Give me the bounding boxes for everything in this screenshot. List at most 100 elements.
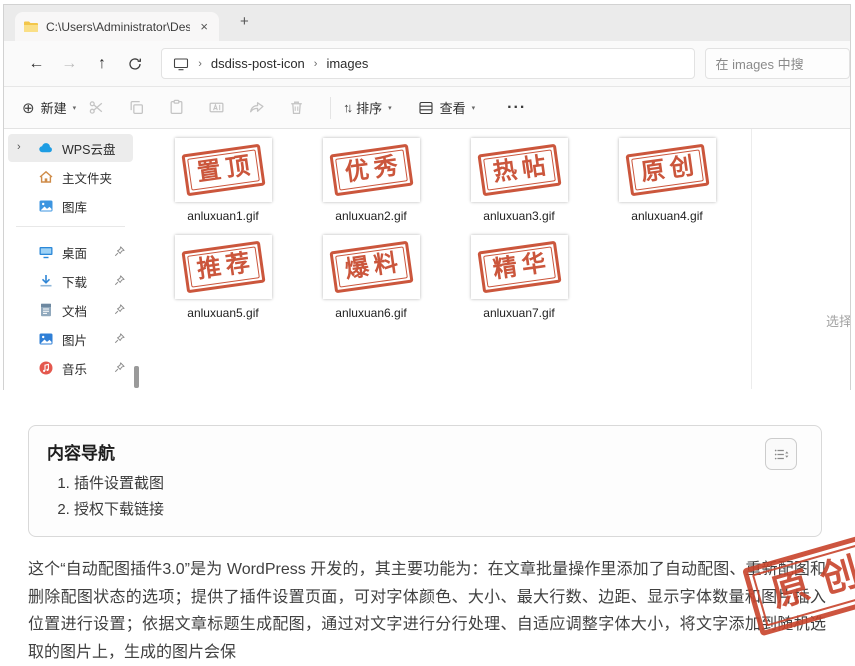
gif-thumbnail: 置顶 <box>175 138 272 202</box>
navigation-bar: ← → ↑ › dsdiss-post-icon › images 在 imag… <box>4 41 850 87</box>
cut-button[interactable] <box>76 99 116 116</box>
toc-item[interactable]: 授权下载链接 <box>74 497 803 523</box>
view-button-label: 查看 <box>440 98 466 117</box>
file-item[interactable]: 精华 anluxuan7.gif <box>445 235 593 332</box>
sidebar-divider <box>16 226 125 227</box>
sidebar-item-label: 图库 <box>62 197 87 216</box>
new-tab-button[interactable]: + <box>240 13 249 30</box>
breadcrumb-folder[interactable]: dsdiss-post-icon <box>211 56 305 71</box>
copy-button[interactable] <box>116 99 156 116</box>
toc-list: 插件设置截图 授权下载链接 <box>74 471 803 523</box>
file-name: anluxuan2.gif <box>335 209 406 223</box>
file-name: anluxuan3.gif <box>483 209 554 223</box>
file-name: anluxuan1.gif <box>187 209 258 223</box>
sidebar-item-label: WPS云盘 <box>62 139 115 158</box>
file-name: anluxuan4.gif <box>631 209 702 223</box>
sidebar-item-wps-cloud[interactable]: › WPS云盘 <box>8 134 133 162</box>
toc-title: 内容导航 <box>47 439 803 464</box>
forward-button[interactable]: → <box>53 55 86 73</box>
breadcrumb-separator: › <box>198 58 202 70</box>
chevron-down-icon: ▾ <box>388 104 392 112</box>
share-button[interactable] <box>236 99 276 116</box>
up-button[interactable]: ↑ <box>86 55 119 73</box>
rename-button[interactable] <box>196 99 236 116</box>
sidebar: › WPS云盘 主文件夹 图库 <box>4 129 137 389</box>
gif-thumbnail: 爆料 <box>323 235 420 299</box>
sidebar-item-desktop[interactable]: 桌面 <box>8 238 133 266</box>
file-grid: 置顶 anluxuan1.gif 优秀 anluxuan2.gif 热帖 anl… <box>149 138 850 332</box>
sidebar-item-label: 桌面 <box>62 243 87 262</box>
original-stamp: 原创 <box>742 532 855 636</box>
original-stamp-text: 原创 <box>752 541 855 626</box>
sidebar-item-label: 下载 <box>62 272 87 291</box>
gif-thumbnail: 推荐 <box>175 235 272 299</box>
file-item[interactable]: 原创 anluxuan4.gif <box>593 138 741 235</box>
folder-icon <box>23 19 39 35</box>
file-area-scrollbar[interactable] <box>751 129 752 389</box>
refresh-button[interactable] <box>118 56 151 72</box>
tab-close-icon[interactable]: × <box>197 19 211 34</box>
article-paragraph: 这个“自动配图插件3.0”是为 WordPress 开发的，其主要功能为：在文章… <box>28 556 826 666</box>
stamp-text: 精华 <box>483 246 556 287</box>
toolbar-divider <box>330 97 331 119</box>
file-item[interactable]: 优秀 anluxuan2.gif <box>297 138 445 235</box>
gif-thumbnail: 原创 <box>619 138 716 202</box>
command-toolbar: ⊕ 新建 ▾ ↑↓ 排序 ▾ <box>4 87 850 129</box>
pin-icon <box>113 245 126 258</box>
view-button[interactable]: 查看 ▾ <box>418 98 476 117</box>
new-button-label: 新建 <box>41 98 67 117</box>
stamp-text: 置顶 <box>187 149 260 190</box>
sidebar-item-pictures[interactable]: 图片 <box>8 325 133 353</box>
sidebar-item-label: 主文件夹 <box>62 168 112 187</box>
gif-thumbnail: 热帖 <box>471 138 568 202</box>
breadcrumb-folder[interactable]: images <box>326 56 368 71</box>
new-button[interactable]: ⊕ 新建 ▾ <box>22 98 76 117</box>
pictures-icon <box>38 331 54 347</box>
home-icon <box>38 169 54 185</box>
sidebar-item-label: 文档 <box>62 301 87 320</box>
stamp-text: 原创 <box>631 149 704 190</box>
explorer-body: › WPS云盘 主文件夹 图库 <box>4 129 850 389</box>
more-options-button[interactable]: ··· <box>507 99 526 117</box>
stamp-text: 热帖 <box>483 149 556 190</box>
sidebar-item-gallery[interactable]: 图库 <box>8 192 133 220</box>
tab-bar: C:\Users\Administrator\Deskto × + <box>4 5 850 41</box>
address-bar[interactable]: › dsdiss-post-icon › images <box>161 48 694 79</box>
file-item[interactable]: 置顶 anluxuan1.gif <box>149 138 297 235</box>
sidebar-item-documents[interactable]: 文档 <box>8 296 133 324</box>
download-icon <box>38 273 54 289</box>
sidebar-item-downloads[interactable]: 下载 <box>8 267 133 295</box>
file-name: anluxuan5.gif <box>187 306 258 320</box>
plus-circle-icon: ⊕ <box>22 99 35 117</box>
file-item[interactable]: 热帖 anluxuan3.gif <box>445 138 593 235</box>
toc-item[interactable]: 插件设置截图 <box>74 471 803 497</box>
stamp-text: 推荐 <box>187 246 260 287</box>
gallery-icon <box>38 198 54 214</box>
music-icon <box>38 360 54 376</box>
paste-button[interactable] <box>156 99 196 116</box>
pin-icon <box>113 332 126 345</box>
file-list-area: 置顶 anluxuan1.gif 优秀 anluxuan2.gif 热帖 anl… <box>137 129 850 389</box>
search-input[interactable]: 在 images 中搜 <box>705 48 850 79</box>
sidebar-item-music[interactable]: 音乐 <box>8 354 133 382</box>
pin-icon <box>113 361 126 374</box>
view-icon <box>418 100 434 116</box>
sort-button[interactable]: ↑↓ 排序 ▾ <box>343 98 392 117</box>
file-name: anluxuan6.gif <box>335 306 406 320</box>
table-of-contents-box: 内容导航 插件设置截图 授权下载链接 <box>28 425 822 537</box>
desktop-icon <box>38 244 54 260</box>
chevron-down-icon: ▾ <box>472 104 476 112</box>
file-item[interactable]: 推荐 anluxuan5.gif <box>149 235 297 332</box>
explorer-tab[interactable]: C:\Users\Administrator\Deskto × <box>15 12 219 41</box>
sidebar-item-home[interactable]: 主文件夹 <box>8 163 133 191</box>
gif-thumbnail: 精华 <box>471 235 568 299</box>
toc-toggle-button[interactable] <box>765 438 797 470</box>
sort-button-label: 排序 <box>356 98 382 117</box>
expand-chevron-icon[interactable]: › <box>17 141 21 153</box>
back-button[interactable]: ← <box>20 55 53 73</box>
file-item[interactable]: 爆料 anluxuan6.gif <box>297 235 445 332</box>
this-pc-icon <box>173 56 189 72</box>
stamp-text: 爆料 <box>335 246 408 287</box>
delete-button[interactable] <box>276 99 316 116</box>
cloud-icon <box>38 140 54 156</box>
